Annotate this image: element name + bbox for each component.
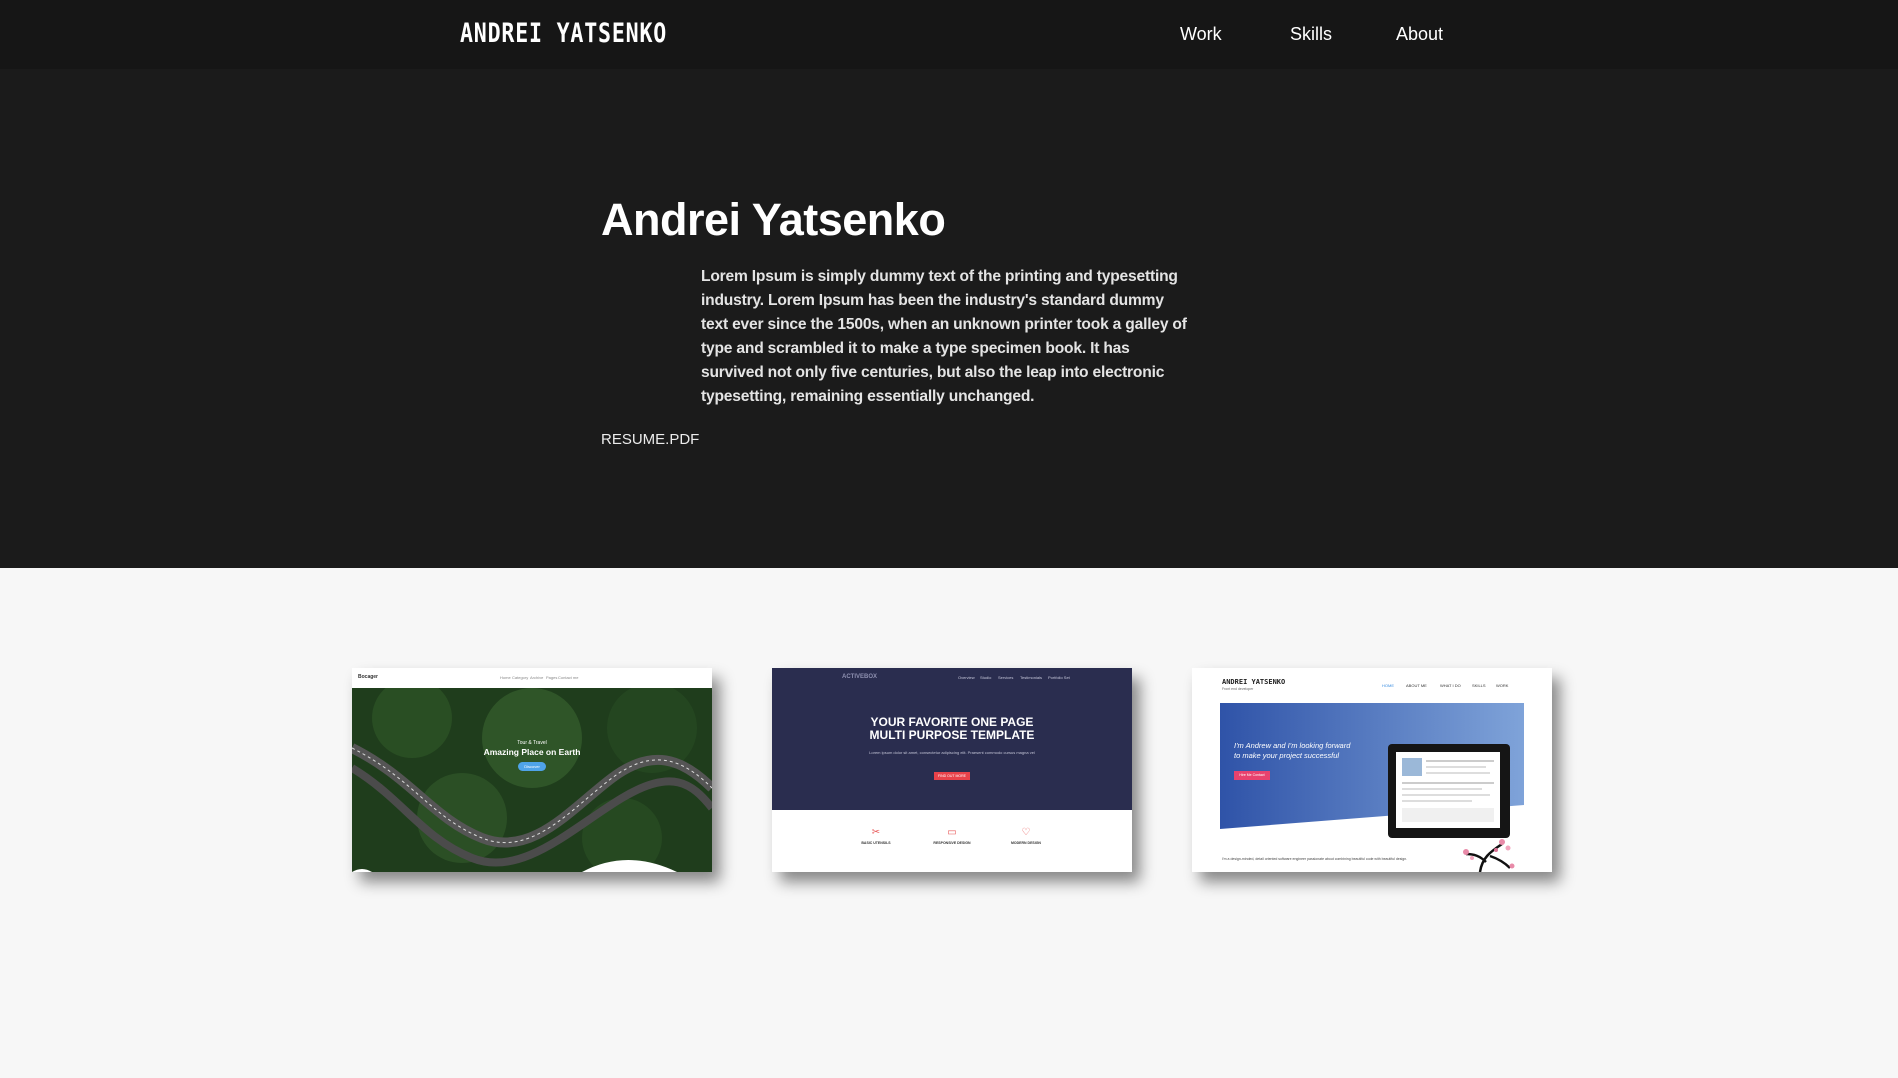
nav-link-about[interactable]: About: [1396, 24, 1443, 45]
thumb-feature-label: MODERN DESIGN: [1011, 841, 1041, 845]
thumb-brand: ACTIVEBOX: [842, 674, 878, 680]
tablet-screen-content: [1402, 758, 1494, 822]
thumb-headline: Amazing Place on Earth: [483, 747, 581, 757]
thumb-menu-item: ABOUT ME: [1406, 683, 1427, 688]
thumb-subtitle: Lorem ipsum dolor sit amet, consectetur …: [869, 750, 1035, 755]
resume-link[interactable]: RESUME.PDF: [601, 431, 699, 448]
hero-section: Andrei Yatsenko Lorem Ipsum is simply du…: [0, 69, 1898, 568]
thumb-navbar: Bocager Home Category Archive Pages Cont…: [352, 668, 712, 688]
nav-link-skills[interactable]: Skills: [1290, 24, 1332, 45]
thumb-feature: ✂ BASIC UTENSILS: [846, 827, 906, 846]
thumb-menu-item: Overview: [958, 675, 975, 680]
thumb-feature-label: RESPONSIVE DESIGN: [933, 841, 971, 845]
thumb-menu-item: Portfolio Set: [1048, 675, 1070, 680]
hero-bio: Lorem Ipsum is simply dummy text of the …: [701, 268, 1187, 405]
thumb-brand: Bocager: [358, 674, 379, 680]
scissors-icon: ✂: [871, 827, 881, 838]
lightbulb-icon: ♡: [1021, 827, 1031, 838]
thumb-title: YOUR FAVORITE ONE PAGE MULTI PURPOSE TEM…: [772, 716, 1132, 742]
site-logo[interactable]: ANDREI YATSENKO: [460, 18, 667, 49]
thumb-menu-item: SKILLS: [1472, 683, 1486, 688]
thumb-menu-item: WHAT I DO: [1440, 683, 1461, 688]
project-card-forest[interactable]: Bocager Home Category Archive Pages Cont…: [352, 668, 712, 872]
thumb-logo: ANDREI YATSENKO: [1222, 678, 1286, 686]
tablet-mockup: [1388, 744, 1510, 838]
thumb-tagline: I'm Andrew and I'm looking forward to ma…: [1234, 741, 1350, 761]
project-card-portfolio[interactable]: ANDREI YATSENKO Front end developer HOME…: [1192, 668, 1552, 872]
thumb-menu-item: Archive: [530, 675, 544, 680]
tablet-screen: [1396, 752, 1500, 828]
cherry-blossom-illustration: [1463, 839, 1515, 872]
thumb-menu-item: Contact me: [558, 675, 579, 680]
thumb-menu-item: HOME: [1382, 683, 1394, 688]
nav-link-work[interactable]: Work: [1180, 24, 1222, 45]
road-illustration: [352, 688, 712, 872]
thumb-feature: ♡ MODERN DESIGN: [996, 827, 1056, 846]
top-navbar: ANDREI YATSENKO Work Skills About: [0, 0, 1898, 69]
forest-road-image: Tour & Travel Amazing Place on Earth Dis…: [352, 688, 712, 872]
thumb-menu-item: Category: [512, 675, 529, 680]
thumb-menu-item: Home: [500, 675, 511, 680]
monitor-icon: ▭: [947, 827, 957, 838]
thumb-footer-text: I'm a design-minded, detail oriented sof…: [1222, 857, 1408, 861]
thumb-menu-item: Pages: [546, 675, 558, 680]
thumb-logo-subtitle: Front end developer: [1222, 687, 1254, 691]
thumb-menu-item: WORK: [1496, 683, 1509, 688]
thumb-hero: ACTIVEBOX Overview Studio Services Testi…: [772, 668, 1132, 810]
project-card-activebox[interactable]: ACTIVEBOX Overview Studio Services Testi…: [772, 668, 1132, 872]
thumb-discover-button: Discover: [518, 762, 546, 771]
thumb-cta-button: FIND OUT MORE: [934, 772, 970, 780]
thumb-feature-label: BASIC UTENSILS: [861, 841, 891, 845]
thumb-tagline-line1: I'm Andrew and I'm looking forward: [1234, 741, 1351, 750]
thumb-menu-item: Studio: [980, 675, 992, 680]
thumb-title-line2: MULTI PURPOSE TEMPLATE: [869, 728, 1035, 742]
thumb-kicker: Tour & Travel: [517, 740, 547, 746]
thumb-tagline-line2: to make your project successful: [1234, 751, 1340, 760]
thumb-hire-button: Hire Me Contact: [1234, 771, 1270, 780]
hero-name: Andrei Yatsenko: [601, 194, 946, 245]
thumb-menu-item: Testimonials: [1020, 675, 1043, 680]
thumb-feature: ▭ RESPONSIVE DESIGN: [922, 827, 982, 846]
thumb-menu-item: Services: [998, 675, 1014, 680]
